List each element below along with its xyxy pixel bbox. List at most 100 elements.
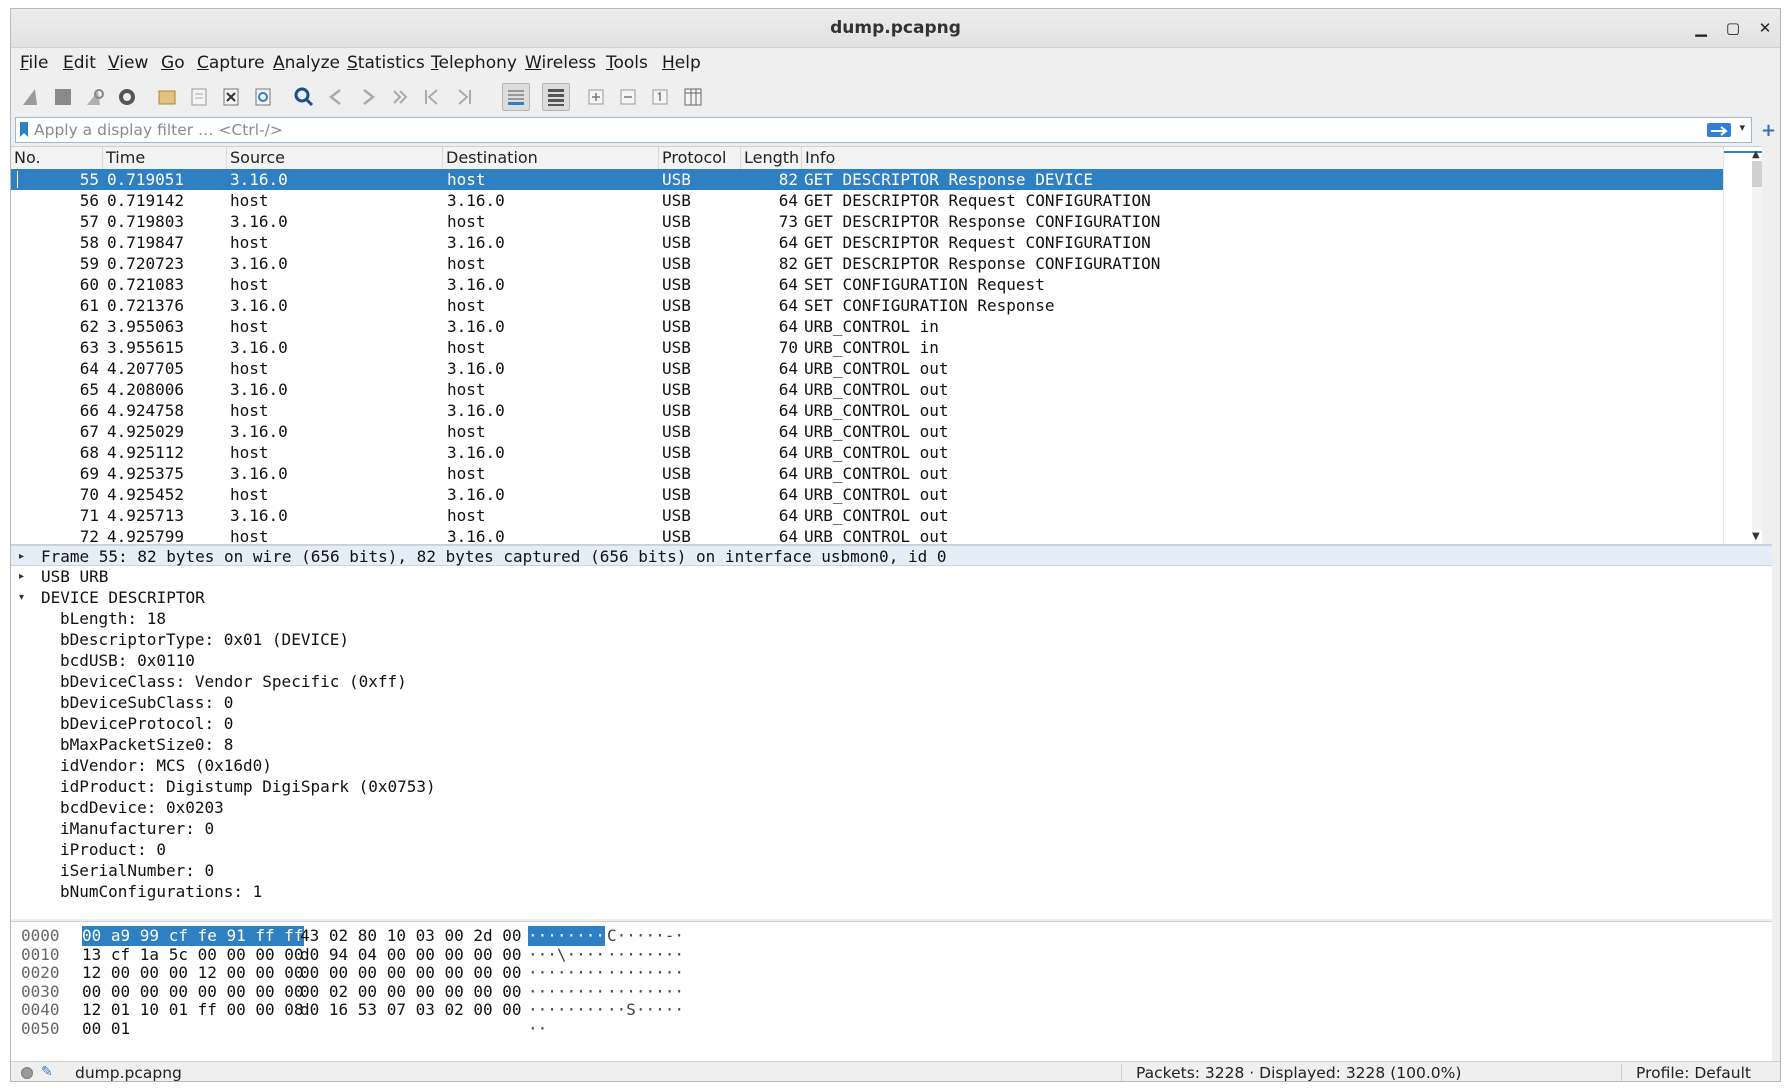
table-row[interactable]: 65 4.208006 3.16.0 host USB 64 URB_CONTROL out <box>11 379 1723 400</box>
detail-tree-node[interactable]: ▸ USB URB <box>11 566 1772 587</box>
detail-field[interactable]: iSerialNumber: 0 <box>11 860 1772 881</box>
stop-icon[interactable] <box>49 83 77 111</box>
minimize-button[interactable]: ▁ <box>1684 9 1718 47</box>
shark-start-icon[interactable] <box>17 83 45 111</box>
detail-field[interactable]: idVendor: MCS (0x16d0) <box>11 755 1772 776</box>
ascii-first-half[interactable]: ·· <box>528 1019 547 1039</box>
hex-bytes-first-half[interactable]: 12 01 10 01 ff 00 00 08 <box>82 1000 304 1020</box>
column-no[interactable]: No. <box>11 147 103 169</box>
expanded-arrow-icon[interactable]: ▾ <box>19 587 24 608</box>
back-icon[interactable] <box>322 83 350 111</box>
status-profile[interactable]: Profile: Default <box>1636 1062 1751 1081</box>
detail-field[interactable]: bcdUSB: 0x0110 <box>11 650 1772 671</box>
reload-icon[interactable] <box>249 83 277 111</box>
filter-bookmark-icon[interactable] <box>20 122 28 137</box>
detail-field[interactable]: bcdDevice: 0x0203 <box>11 797 1772 818</box>
menu-file[interactable]: File <box>20 47 48 77</box>
column-length[interactable]: Length <box>741 147 802 169</box>
detail-field[interactable]: bDeviceClass: Vendor Specific (0xff) <box>11 671 1772 692</box>
table-row[interactable]: 62 3.955063 host 3.16.0 USB 64 URB_CONTROL in <box>11 316 1723 337</box>
collapsed-arrow-icon[interactable]: ▸ <box>19 566 24 587</box>
ascii-first-half[interactable]: ········ <box>528 926 606 946</box>
apply-filter-arrow-icon[interactable] <box>1707 123 1731 137</box>
restart-icon[interactable] <box>81 83 109 111</box>
table-row[interactable]: 58 0.719847 host 3.16.0 USB 64 GET DESCRIPTOR … <box>11 232 1723 253</box>
detail-field[interactable]: bDeviceSubClass: 0 <box>11 692 1772 713</box>
table-row[interactable]: 60 0.721083 host 3.16.0 USB 64 SET CONFIGURATI… <box>11 274 1723 295</box>
detail-field[interactable]: idProduct: Digistump DigiSpark (0x0753) <box>11 776 1772 797</box>
hex-bytes-second-half[interactable]: 43 02 80 10 03 00 2d 00 <box>300 926 522 946</box>
menu-telephony[interactable]: Telephony <box>431 47 517 77</box>
menu-capture[interactable]: Capture <box>197 47 265 77</box>
column-destination[interactable]: Destination <box>443 147 659 169</box>
capture-comment-pencil-icon[interactable]: ✎ <box>41 1064 53 1080</box>
ascii-first-half[interactable]: ········ <box>528 982 605 1002</box>
menu-go[interactable]: Go <box>161 47 185 77</box>
ascii-second-half[interactable]: ········ <box>607 945 684 965</box>
detail-field[interactable]: bMaxPacketSize0: 8 <box>11 734 1772 755</box>
menu-edit[interactable]: Edit <box>63 47 96 77</box>
table-row[interactable]: 61 0.721376 3.16.0 host USB 64 SET CONFIGURATI… <box>11 295 1723 316</box>
detail-field[interactable]: bLength: 18 <box>11 608 1772 629</box>
table-row[interactable]: 64 4.207705 host 3.16.0 USB 64 URB_CONTROL out <box>11 358 1723 379</box>
close-file-icon[interactable] <box>217 83 245 111</box>
close-button[interactable]: ✕ <box>1748 9 1780 47</box>
table-row[interactable]: 66 4.924758 host 3.16.0 USB 64 URB_CONTROL out <box>11 400 1723 421</box>
open-file-icon[interactable] <box>153 83 181 111</box>
detail-field[interactable]: iManufacturer: 0 <box>11 818 1772 839</box>
find-icon[interactable] <box>290 83 318 111</box>
scrollbar-track[interactable] <box>1752 161 1762 530</box>
column-info[interactable]: Info <box>802 147 1723 169</box>
table-row[interactable]: 70 4.925452 host 3.16.0 USB 64 URB_CONTROL out <box>11 484 1723 505</box>
menu-analyze[interactable]: Analyze <box>273 47 340 77</box>
hex-bytes-second-half[interactable]: 00 02 00 00 00 00 00 00 <box>300 982 522 1002</box>
table-row[interactable]: 72 4.925799 host 3.16.0 USB 64 URB_CONTROL out <box>11 526 1723 544</box>
filter-history-chevron-down-icon[interactable]: ▾ <box>1739 121 1745 134</box>
table-row[interactable]: 67 4.925029 3.16.0 host USB 64 URB_CONTROL out <box>11 421 1723 442</box>
hex-bytes-first-half[interactable]: 13 cf 1a 5c 00 00 00 00 <box>82 945 304 965</box>
detail-field[interactable]: bDeviceProtocol: 0 <box>11 713 1772 734</box>
ascii-first-half[interactable]: ········ <box>528 1000 605 1020</box>
hex-bytes-second-half[interactable]: d0 16 53 07 03 02 00 00 <box>300 1000 522 1020</box>
menu-tools[interactable]: Tools <box>606 47 648 77</box>
menu-help[interactable]: Help <box>662 47 701 77</box>
detail-tree-node[interactable]: ▸ Frame 55: 82 bytes on wire (656 bits), … <box>11 545 1772 566</box>
normal-size-icon[interactable] <box>646 83 674 111</box>
display-filter-input[interactable] <box>34 119 1484 141</box>
column-protocol[interactable]: Protocol <box>659 147 741 169</box>
save-file-icon[interactable] <box>185 83 213 111</box>
table-row[interactable]: 59 0.720723 3.16.0 host USB 82 GET DESCRIPTOR … <box>11 253 1723 274</box>
table-row[interactable]: 55 0.719051 3.16.0 host USB 82 GET DESCRIPTOR … <box>11 169 1723 190</box>
table-row[interactable]: 68 4.925112 host 3.16.0 USB 64 URB_CONTROL out <box>11 442 1723 463</box>
expert-info-indicator-icon[interactable] <box>21 1067 33 1079</box>
forward-icon[interactable] <box>354 83 382 111</box>
packet-list-scrollbar[interactable]: ▲ ▼ <box>1723 147 1762 544</box>
scroll-up-arrow-icon[interactable]: ▲ <box>1752 149 1760 160</box>
colorize-icon[interactable] <box>542 83 570 111</box>
table-row[interactable]: 63 3.955615 3.16.0 host USB 70 URB_CONTROL in <box>11 337 1723 358</box>
hex-bytes-first-half[interactable]: 00 01 <box>82 1019 130 1039</box>
table-row[interactable]: 57 0.719803 3.16.0 host USB 73 GET DESCRIPTOR … <box>11 211 1723 232</box>
menu-statistics[interactable]: Statistics <box>347 47 425 77</box>
capture-options-icon[interactable] <box>113 83 141 111</box>
menu-wireless[interactable]: Wireless <box>525 47 596 77</box>
table-row[interactable]: 56 0.719142 host 3.16.0 USB 64 GET DESCRIPTOR … <box>11 190 1723 211</box>
maximize-button[interactable]: ▢ <box>1716 9 1750 47</box>
ascii-second-half[interactable]: ··S····· <box>607 1000 684 1020</box>
ascii-second-half[interactable]: C·····-· <box>607 926 684 946</box>
zoom-out-icon[interactable] <box>614 83 642 111</box>
collapsed-arrow-icon[interactable]: ▸ <box>19 546 24 567</box>
autoscroll-icon[interactable] <box>502 83 530 111</box>
hex-bytes-second-half[interactable]: 00 00 00 00 00 00 00 00 <box>300 963 522 983</box>
detail-field[interactable]: iProduct: 0 <box>11 839 1772 860</box>
first-packet-icon[interactable] <box>418 83 446 111</box>
title-bar[interactable]: dump.pcapng ▁ ▢ ✕ <box>11 9 1780 48</box>
ascii-first-half[interactable]: ···\···· <box>528 945 605 965</box>
column-source[interactable]: Source <box>227 147 443 169</box>
scroll-down-arrow-icon[interactable]: ▼ <box>1752 531 1760 542</box>
hex-bytes-first-half[interactable]: 00 00 00 00 00 00 00 00 <box>82 982 304 1002</box>
column-time[interactable]: Time <box>103 147 227 169</box>
hex-bytes-second-half[interactable]: d0 94 04 00 00 00 00 00 <box>300 945 522 965</box>
detail-tree-node[interactable]: ▾ DEVICE DESCRIPTOR <box>11 587 1772 608</box>
table-row[interactable]: 69 4.925375 3.16.0 host USB 64 URB_CONTROL out <box>11 463 1723 484</box>
